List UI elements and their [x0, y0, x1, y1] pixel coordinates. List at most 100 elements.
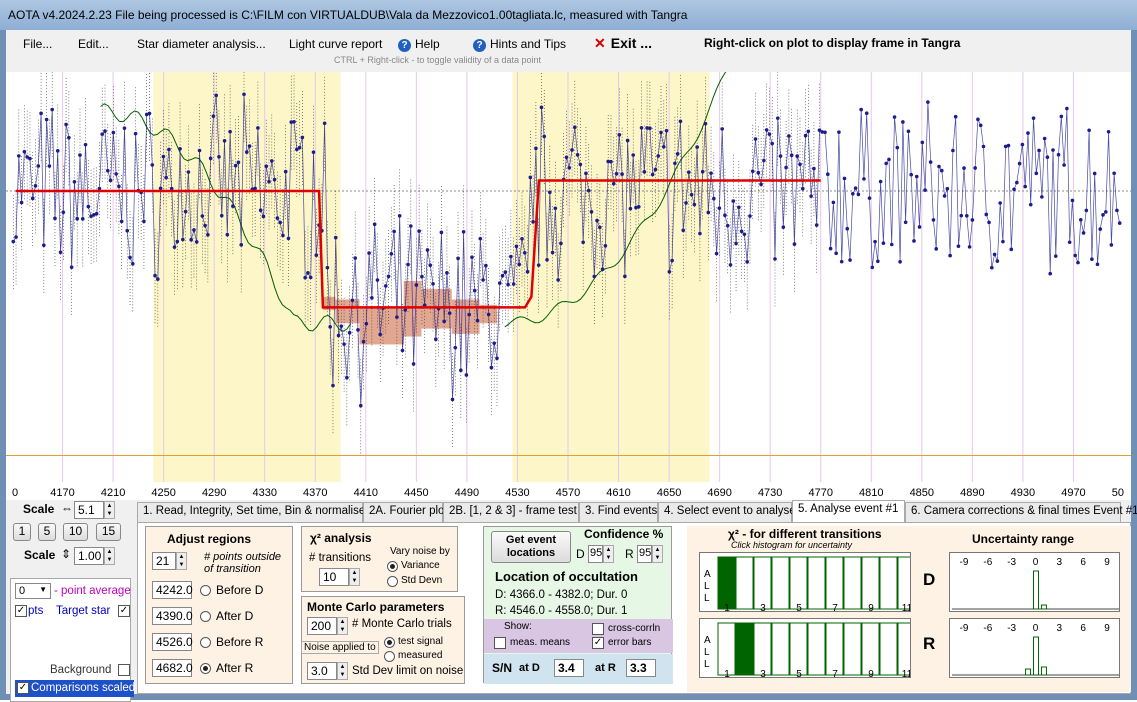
data-point-380 [1067, 240, 1072, 245]
confidence-r-spinner[interactable]: ▲ ▼ [652, 545, 663, 563]
tab-find-events[interactable]: 3. Find events [579, 502, 658, 522]
scale-button-15[interactable]: 15 [96, 523, 121, 541]
data-point-117 [336, 333, 341, 338]
confidence-d-input[interactable]: 95 [588, 545, 603, 563]
before-r-input[interactable]: 4526.0 [152, 633, 193, 651]
comparisons-checkbox[interactable]: ✓ [17, 682, 29, 694]
scale-button-10[interactable]: 10 [63, 523, 88, 541]
unc-tick-uncd-3: 0 [1033, 557, 1039, 568]
chevron-down-icon: ▼ [39, 585, 47, 594]
trials-input[interactable]: 200 [307, 617, 337, 635]
point-average-select[interactable]: 0 ▼ [15, 583, 51, 599]
confidence-r-input[interactable]: 95 [637, 545, 652, 563]
before-d-input[interactable]: 4242.0 [152, 581, 193, 599]
data-point-350 [984, 212, 989, 217]
menu-exit[interactable]: ✕ Exit ... [594, 35, 652, 52]
light-curve-plot[interactable]: 0 4170 4210 4250 4290 4330 4370 4410 4450 4490 453… [6, 72, 1131, 500]
trials-spinner[interactable]: ▲ ▼ [337, 617, 348, 635]
points-outside-input[interactable]: 21 [152, 552, 176, 570]
variance-radio[interactable] [387, 561, 398, 572]
h-scale-spinner[interactable]: ▲ ▼ [104, 501, 115, 519]
confidence-d-spinner[interactable]: ▲ ▼ [603, 545, 614, 563]
tab-frame-test[interactable]: 2B. [1, 2 & 3] - frame test [443, 502, 579, 522]
data-point-348 [978, 123, 983, 128]
menu-help-label: Help [415, 37, 440, 51]
vary-noise-label: Vary noise by [390, 546, 450, 557]
after-d-radio[interactable] [200, 611, 211, 622]
v-scale-input[interactable]: 1.00 [74, 547, 104, 565]
x-tick-label-9: 4490 [455, 487, 479, 499]
tab-camera-corrections[interactable]: 6. Camera corrections & final times Even… [905, 502, 1137, 522]
data-point-42 [128, 255, 132, 260]
data-point-62 [183, 209, 188, 214]
stddev-limit-spinner[interactable]: ▲ ▼ [337, 662, 348, 680]
data-point-322 [906, 129, 911, 134]
data-point-195 [553, 206, 558, 211]
data-point-59 [175, 239, 180, 244]
chi2-tick-chid-3: 7 [832, 603, 838, 612]
unc-tick-uncd-2: -3 [1007, 557, 1016, 568]
tab-analyse-event[interactable]: 5. Analyse event #1 [792, 500, 905, 523]
data-point-19 [64, 122, 68, 127]
adjust-regions-box: Adjust regions 21 ▲ ▼ # points outside of… [145, 526, 293, 684]
data-point-12 [44, 117, 49, 122]
data-point-72 [211, 114, 216, 118]
noise-applied-label: Noise applied to [301, 641, 379, 654]
menu-file[interactable]: File... [23, 37, 52, 51]
data-point-108 [311, 150, 316, 154]
data-point-292 [823, 130, 827, 135]
chi2-bar-chid-0 [717, 556, 736, 610]
points-outside-label: # points outside of transition [204, 551, 282, 575]
cross-corr-checkbox[interactable] [592, 623, 604, 635]
data-point-171 [486, 312, 491, 317]
data-point-281 [792, 242, 797, 246]
after-d-input[interactable]: 4390.0 [152, 607, 193, 625]
transitions-input[interactable]: 10 [319, 568, 349, 586]
chi2-tick-chid-1: 3 [760, 603, 766, 612]
h-scale-input[interactable]: 5.1 [74, 501, 104, 519]
target-star-checkbox[interactable]: ✓ [118, 605, 130, 617]
background-checkbox[interactable] [118, 664, 130, 676]
comparisons-row[interactable]: ✓ Comparisons scaled [15, 680, 135, 697]
before-r-radio[interactable] [200, 637, 211, 648]
uncertainty-histogram-d[interactable]: -9 -6 -3 0 3 6 9 [949, 552, 1120, 612]
tab-select-event[interactable]: 4. Select event to analyse [658, 502, 796, 522]
tab-read-integrity[interactable]: 1. Read, Integrity, Set time, Bin & norm… [137, 502, 365, 522]
error-bars-checkbox[interactable]: ✓ [592, 637, 604, 649]
after-r-radio[interactable] [200, 663, 211, 674]
scale-button-5[interactable]: 5 [38, 523, 56, 541]
menu-edit[interactable]: Edit... [78, 37, 109, 51]
menu-hints[interactable]: ? Hints and Tips [473, 37, 566, 52]
chi2-tick-chir-1: 3 [760, 669, 766, 678]
data-point-63 [186, 170, 191, 174]
menu-star-diameter[interactable]: Star diameter analysis... [137, 37, 266, 51]
stddev-radio[interactable] [387, 576, 398, 587]
chi2-histogram-r[interactable]: ALL1357911 [699, 618, 911, 678]
meas-means-checkbox[interactable] [494, 637, 506, 649]
scale-button-1[interactable]: 1 [13, 523, 31, 541]
before-d-radio[interactable] [200, 585, 211, 596]
data-point-243 [687, 170, 691, 174]
menu-light-curve-report[interactable]: Light curve report [289, 37, 382, 51]
transitions-spinner[interactable]: ▲ ▼ [349, 568, 360, 586]
chi2-histogram-d[interactable]: ALL1357911 [699, 552, 911, 612]
points-outside-spinner[interactable]: ▲ ▼ [176, 552, 187, 570]
menu-help[interactable]: ? Help [398, 37, 440, 52]
after-r-input[interactable]: 4682.0 [152, 659, 193, 677]
data-point-343 [965, 214, 969, 218]
data-point-193 [548, 190, 552, 195]
measured-radio[interactable] [384, 651, 395, 662]
data-point-114 [328, 325, 332, 329]
data-point-334 [939, 168, 944, 173]
data-point-337 [948, 253, 952, 258]
stddev-limit-input[interactable]: 3.0 [307, 662, 337, 680]
get-event-locations-button[interactable]: Get event locations [491, 531, 571, 563]
test-signal-radio[interactable] [384, 637, 395, 648]
tab-fourier-plot[interactable]: 2A. Fourier plot [363, 502, 448, 522]
data-point-263 [742, 232, 747, 237]
uncertainty-histogram-r[interactable]: -9 -6 -3 0 3 6 9 [949, 618, 1120, 678]
v-scale-spinner[interactable]: ▲ ▼ [104, 547, 115, 565]
pts-checkbox[interactable]: ✓ [15, 605, 27, 617]
d-location-line: D: 4366.0 - 4382.0; Dur. 0 [495, 589, 628, 601]
unc-tick-uncr-5: 6 [1080, 623, 1086, 634]
